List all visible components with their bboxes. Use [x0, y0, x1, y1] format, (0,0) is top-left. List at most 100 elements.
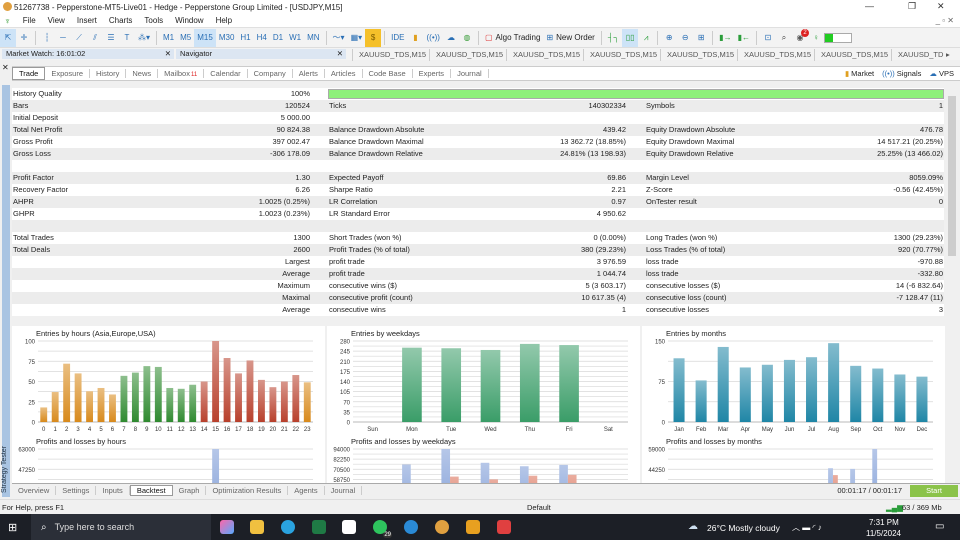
candlestick-icon[interactable]: ▯▯ — [622, 28, 639, 47]
menu-charts[interactable]: Charts — [109, 16, 133, 25]
signals-icon[interactable]: ((•)) — [423, 29, 442, 47]
zoom-out-icon[interactable]: ⊖ — [677, 29, 693, 47]
tab-alerts[interactable]: Alerts — [293, 69, 325, 78]
tester-tab-inputs[interactable]: Inputs — [96, 486, 130, 495]
close-button[interactable]: ✕ — [937, 1, 945, 12]
clock-time[interactable]: 7:31 PM — [869, 518, 899, 527]
notifications-icon[interactable]: ◉ 2 — [792, 28, 809, 47]
vps-link[interactable]: ☁ VPS — [929, 69, 954, 78]
autoscroll-icon[interactable]: ▮← — [735, 29, 753, 47]
chart-tab[interactable]: XAUUSD_TDS,M15 — [583, 49, 657, 61]
line-chart-icon[interactable]: ⩘ — [638, 29, 654, 47]
signals-link[interactable]: ((•)) Signals — [882, 69, 921, 78]
bar-chart-icon[interactable]: ┤┐ — [605, 29, 622, 47]
tab-scroll-right-icon[interactable]: ▸ — [940, 49, 950, 61]
timeframe-m15[interactable]: M15 — [194, 28, 216, 47]
market-watch-header[interactable]: Market Watch: 16:01:02 ✕ — [2, 49, 174, 59]
tradingview-icon[interactable] — [342, 520, 356, 534]
tab-mailbox[interactable]: Mailbox11 — [158, 69, 205, 78]
close-icon[interactable]: ✕ — [337, 49, 343, 59]
globe-icon[interactable]: ◍ — [459, 29, 475, 47]
chart-tab[interactable]: XAUUSD_TDS,M15 — [737, 49, 811, 61]
menu-window[interactable]: Window — [175, 16, 203, 25]
market-lock-icon[interactable]: ▮ — [407, 29, 423, 47]
notification-center-icon[interactable]: ▭ — [935, 521, 944, 532]
search-icon[interactable]: ⌕ — [776, 29, 792, 47]
menu-view[interactable]: View — [48, 16, 65, 25]
shapes-icon[interactable]: ⁂▾ — [135, 29, 153, 47]
text-icon[interactable]: T — [119, 29, 135, 47]
templates-icon[interactable]: ▦▾ — [348, 29, 366, 47]
tester-tab-graph[interactable]: Graph — [173, 486, 207, 495]
close-icon[interactable]: ✕ — [165, 49, 171, 59]
zoom-in-icon[interactable]: ⊕ — [661, 29, 677, 47]
tile-windows-icon[interactable]: ⊞ — [693, 29, 709, 47]
algo-trading-button[interactable]: ▢ Algo Trading — [482, 29, 543, 47]
timeframe-mn[interactable]: MN — [304, 29, 322, 47]
tab-news[interactable]: News — [126, 69, 159, 78]
timeframe-d1[interactable]: D1 — [270, 29, 286, 47]
crosshair-icon[interactable]: ✛ — [16, 29, 32, 47]
chart-tab[interactable]: XAUUSD_TDS,M15 — [352, 49, 426, 61]
vertical-line-icon[interactable]: ┆ — [39, 29, 55, 47]
cursor-icon[interactable]: ⇱ — [0, 28, 16, 47]
scrollbar-thumb[interactable] — [948, 96, 956, 256]
tray-icons[interactable]: ︿ ▬ ◜ ♪ — [792, 522, 822, 533]
navigator-header[interactable]: Navigator ✕ — [176, 49, 346, 59]
new-order-button[interactable]: ⊞ New Order — [543, 29, 597, 47]
telegram-icon[interactable] — [281, 520, 295, 534]
tester-tab-optimization-results[interactable]: Optimization Results — [206, 486, 289, 495]
excel-icon[interactable] — [312, 520, 326, 534]
timeframe-w1[interactable]: W1 — [286, 29, 304, 47]
restore-button[interactable]: ❐ — [908, 1, 916, 12]
screenshot-icon[interactable]: ⊡ — [760, 29, 776, 47]
copilot-icon[interactable] — [220, 520, 234, 534]
menu-insert[interactable]: Insert — [77, 16, 97, 25]
chart-tab[interactable]: XAUUSD_TD — [891, 49, 943, 61]
file-explorer-icon[interactable] — [250, 520, 264, 534]
minimize-button[interactable]: — — [865, 1, 874, 11]
tab-history[interactable]: History — [90, 69, 127, 78]
chart-tab[interactable]: XAUUSD_TDS,M15 — [429, 49, 503, 61]
metatrader-icon[interactable] — [435, 520, 449, 534]
tab-calendar[interactable]: Calendar — [204, 69, 248, 78]
timeframe-m1[interactable]: M1 — [160, 29, 177, 47]
fibonacci-icon[interactable]: ☰ — [103, 29, 119, 47]
tester-tab-backtest[interactable]: Backtest — [129, 485, 173, 496]
chart-shift-icon[interactable]: ▮→ — [716, 29, 734, 47]
tester-tab-settings[interactable]: Settings — [56, 486, 97, 495]
market-link[interactable]: ▮ Market — [845, 69, 874, 78]
tab-exposure[interactable]: Exposure — [45, 69, 91, 78]
ide-button[interactable]: IDE — [388, 29, 407, 47]
windows-start-icon[interactable]: ⊞ — [8, 521, 17, 534]
search-box[interactable]: ⌕ Type here to search — [31, 514, 211, 540]
menu-file[interactable]: File — [23, 16, 36, 25]
start-button[interactable]: Start — [910, 485, 958, 497]
tab-code-base[interactable]: Code Base — [363, 69, 413, 78]
timeframe-m30[interactable]: M30 — [216, 29, 238, 47]
horizontal-line-icon[interactable]: ─ — [55, 29, 71, 47]
chart-tab[interactable]: XAUUSD_TDS,M15 — [814, 49, 888, 61]
timeframe-h1[interactable]: H1 — [237, 29, 253, 47]
clock-date[interactable]: 11/5/2024 — [866, 529, 901, 538]
weather-text[interactable]: 26°C Mostly cloudy — [707, 523, 780, 533]
vps-icon[interactable]: ☁ — [443, 29, 459, 47]
timeframe-h4[interactable]: H4 — [254, 29, 270, 47]
mdi-controls[interactable]: _ ▫ ✕ — [936, 16, 954, 25]
close-icon[interactable]: ✕ — [2, 63, 9, 72]
tab-company[interactable]: Company — [248, 69, 293, 78]
strategy-tester-sidebar[interactable]: Strategy Tester — [1, 85, 10, 497]
vivaldi-icon[interactable] — [497, 520, 511, 534]
tab-trade[interactable]: Trade — [12, 67, 46, 80]
chart-tab[interactable]: XAUUSD_TDS,M15 — [506, 49, 580, 61]
edge-icon[interactable] — [404, 520, 418, 534]
dollar-icon[interactable]: $ — [365, 28, 382, 47]
menu-help[interactable]: Help — [216, 16, 232, 25]
chart-tab[interactable]: XAUUSD_TDS,M15 — [660, 49, 734, 61]
sublime-icon[interactable] — [466, 520, 480, 534]
tester-tab-agents[interactable]: Agents — [288, 486, 325, 495]
tab-journal[interactable]: Journal — [451, 69, 489, 78]
indicators-icon[interactable]: 〜▾ — [330, 29, 348, 47]
tab-articles[interactable]: Articles — [325, 69, 363, 78]
menu-tools[interactable]: Tools — [144, 16, 163, 25]
